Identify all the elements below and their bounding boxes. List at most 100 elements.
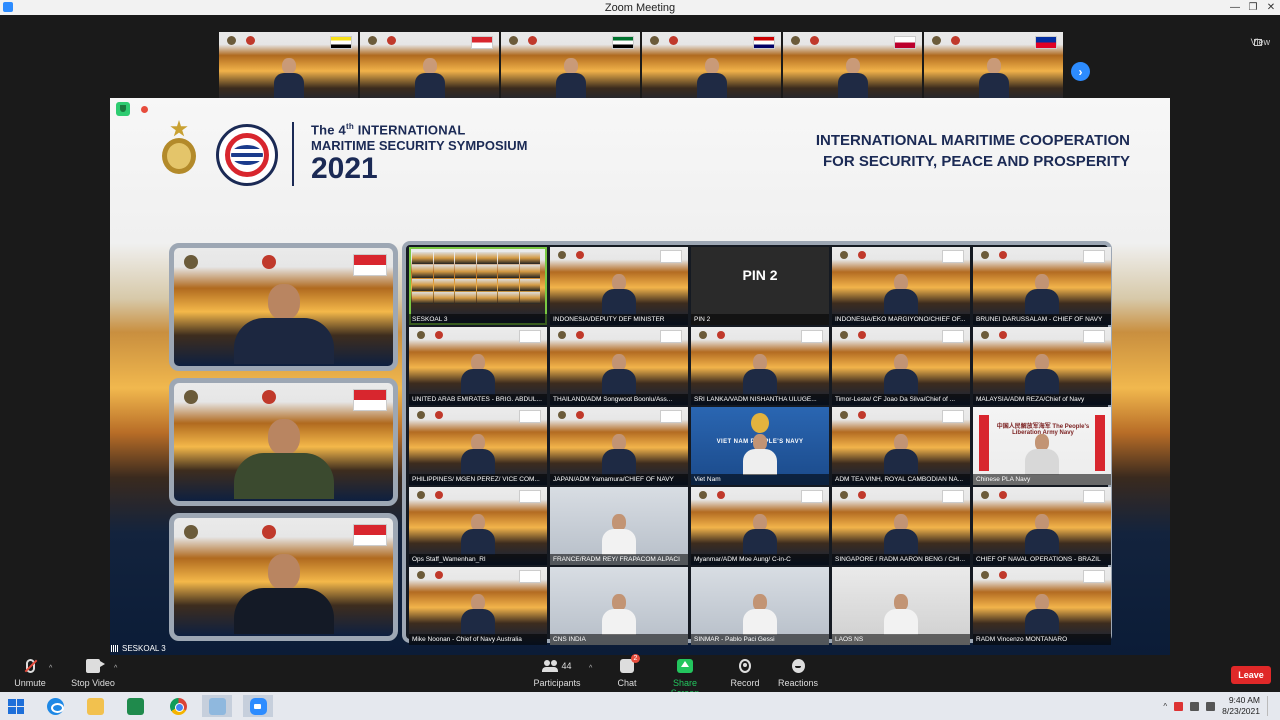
gallery-video-tile[interactable]: CHIEF OF NAVAL OPERATIONS - BRAZIL: [973, 487, 1111, 565]
participant-name: THAILAND/ADM Songwoot Boonlu/Ass...: [550, 394, 688, 405]
participant-name: Ops Staff_Wamenhan_RI: [409, 554, 547, 565]
gallery-video-tile[interactable]: LAOS NS: [832, 567, 970, 645]
flag-icon: [471, 36, 493, 49]
participant-figure: [1025, 274, 1059, 315]
taskbar-clock[interactable]: 9:40 AM 8/23/2021: [1222, 695, 1260, 717]
record-button[interactable]: Record: [728, 659, 762, 688]
participants-icon: [542, 660, 559, 672]
gallery-video-tile[interactable]: SINMAR - Pablo Paci Gessi: [691, 567, 829, 645]
gallery-video-tile[interactable]: Ops Staff_Wamenhan_RI: [409, 487, 547, 565]
symposium-logo-icon: [669, 36, 678, 45]
leave-button[interactable]: Leave: [1231, 666, 1271, 684]
zoom-app-icon: [3, 2, 13, 12]
restore-icon[interactable]: ❐: [1244, 0, 1262, 15]
participants-options-caret[interactable]: ^: [589, 665, 592, 672]
gallery-video-tile[interactable]: Timor-Leste/ CF Joao Da Silva/Chief of .…: [832, 327, 970, 405]
gallery-video-tile[interactable]: RADM Vincenzo MONTANARO: [973, 567, 1111, 645]
windows-start-icon[interactable]: [8, 699, 24, 714]
gallery-video-tile[interactable]: Myanmar/ADM Moe Aung/ C-in-C: [691, 487, 829, 565]
gallery-video-tile[interactable]: VIET NAM PEOPLE'S NAVY Viet Nam: [691, 407, 829, 485]
participant-figure: [1025, 514, 1059, 555]
taskbar-file-explorer[interactable]: [80, 695, 110, 717]
gallery-video-tile[interactable]: BRUNEI DARUSSALAM - CHIEF OF NAVY: [973, 247, 1111, 325]
participant-figure: [555, 58, 586, 99]
participant-figure: [461, 434, 495, 475]
participant-name: PIN 2: [691, 314, 829, 325]
participant-figure: [884, 514, 918, 555]
gallery-video-tile[interactable]: FRANCE/RADM REY/ FRAPACOM ALPACI: [550, 487, 688, 565]
gallery-video-tile[interactable]: MALAYSIA/ADM REZA/Chief of Navy: [973, 327, 1111, 405]
gallery-video-tile[interactable]: SRI LANKA/VADM NISHANTHA ULUGE...: [691, 327, 829, 405]
gallery-video-tile[interactable]: 中国人民解放军海军 The People's Liberation Army N…: [973, 407, 1111, 485]
clock-time: 9:40 AM: [1228, 695, 1260, 705]
participants-button[interactable]: 44 Participants: [532, 659, 582, 688]
symposium-logo-icon: [435, 331, 443, 339]
gallery-video-tile[interactable]: THAILAND/ADM Songwoot Boonlu/Ass...: [550, 327, 688, 405]
taskbar-internet-explorer[interactable]: [40, 695, 70, 717]
gallery-video-tile[interactable]: PIN 2 PIN 2: [691, 247, 829, 325]
audio-options-caret[interactable]: ^: [49, 665, 52, 672]
gallery-video-tile[interactable]: UNITED ARAB EMIRATES - BRIG. ABDUL...: [409, 327, 547, 405]
view-button[interactable]: View: [1251, 37, 1270, 47]
symposium-logo-icon: [858, 411, 866, 419]
symposium-logo-icon: [262, 255, 276, 269]
taskbar-notes[interactable]: [202, 695, 232, 717]
symposium-logo-icon: [999, 251, 1007, 259]
reactions-button[interactable]: Reactions: [777, 659, 819, 688]
navy-logo-icon: [840, 251, 848, 259]
video-options-caret[interactable]: ^: [114, 665, 117, 672]
chat-icon: 2: [620, 654, 640, 673]
featured-video-2[interactable]: [169, 378, 398, 506]
symposium-logo-icon: [435, 411, 443, 419]
symposium-ordinal: The 4: [311, 122, 346, 138]
participants-count: 44: [561, 661, 572, 671]
navy-logo-icon: [417, 411, 425, 419]
gallery-video-tile[interactable]: ADM TEA VINH, ROYAL CAMBODIAN NA...: [832, 407, 970, 485]
gallery-video-tile[interactable]: CNS INDIA: [550, 567, 688, 645]
participant-figure: [743, 594, 777, 635]
stop-video-button[interactable]: Stop Video: [70, 659, 116, 688]
tray-caret-icon[interactable]: ^: [1163, 702, 1167, 711]
navy-logo-icon: [368, 36, 377, 45]
gallery-video-tile[interactable]: INDONESIA/EKO MARGIYONO/CHIEF OF...: [832, 247, 970, 325]
next-page-button[interactable]: ›: [1071, 62, 1090, 81]
shared-screen: The 4th INTERNATIONAL MARITIME SECURITY …: [110, 98, 1170, 656]
flag-icon: [519, 330, 541, 343]
taskbar-zoom[interactable]: [243, 695, 273, 717]
flag-icon: [660, 330, 682, 343]
gallery-video-tile[interactable]: Mike Noonan - Chief of Navy Australia: [409, 567, 547, 645]
participant-figure: [461, 354, 495, 395]
participant-figure: [1025, 434, 1059, 475]
show-desktop-button[interactable]: [1267, 696, 1270, 716]
gallery-video-tile[interactable]: SESKOAL 3: [409, 247, 547, 325]
unmute-button[interactable]: Unmute: [12, 659, 48, 688]
network-icon[interactable]: [1190, 701, 1200, 711]
gallery-video-tile[interactable]: PHILIPPINES/ MGEN PEREZ/ VICE COM...: [409, 407, 547, 485]
gallery-video-tile[interactable]: SINGAPORE / RADM AARON BENG / CHI...: [832, 487, 970, 565]
featured-video-1[interactable]: [169, 243, 398, 371]
chevron-right-icon: ›: [1078, 64, 1083, 79]
featured-video-3[interactable]: [169, 513, 398, 641]
reactions-icon: [791, 659, 805, 673]
navy-logo-icon: [981, 331, 989, 339]
active-speaker-name: SESKOAL 3: [122, 644, 166, 653]
volume-icon[interactable]: [1206, 701, 1216, 711]
featured-speakers: [169, 243, 398, 641]
security-shield-icon[interactable]: [116, 102, 130, 116]
chat-button[interactable]: 2 Chat: [612, 654, 642, 688]
participant-figure: [273, 58, 304, 99]
participant-name: Viet Nam: [691, 474, 829, 485]
stop-video-label: Stop Video: [71, 678, 115, 688]
minimize-icon[interactable]: —: [1226, 0, 1244, 15]
taskbar-chrome[interactable]: [163, 695, 193, 717]
gallery-video-tile[interactable]: JAPAN/ADM Yamamura/CHIEF OF NAVY: [550, 407, 688, 485]
symposium-logo-icon: [576, 251, 584, 259]
navy-logo-icon: [981, 571, 989, 579]
taskbar-excel[interactable]: [120, 695, 150, 717]
close-icon[interactable]: ✕: [1262, 0, 1280, 15]
gallery-video-tile[interactable]: INDONESIA/DEPUTY DEF MINISTER: [550, 247, 688, 325]
participant-figure: [233, 284, 334, 364]
zoom-window: Zoom Meeting — ❐ ✕ BRUNEI DARUSSALAM - C…: [0, 0, 1280, 720]
tray-app-icon[interactable]: [1174, 701, 1184, 711]
share-screen-icon: [677, 659, 693, 673]
